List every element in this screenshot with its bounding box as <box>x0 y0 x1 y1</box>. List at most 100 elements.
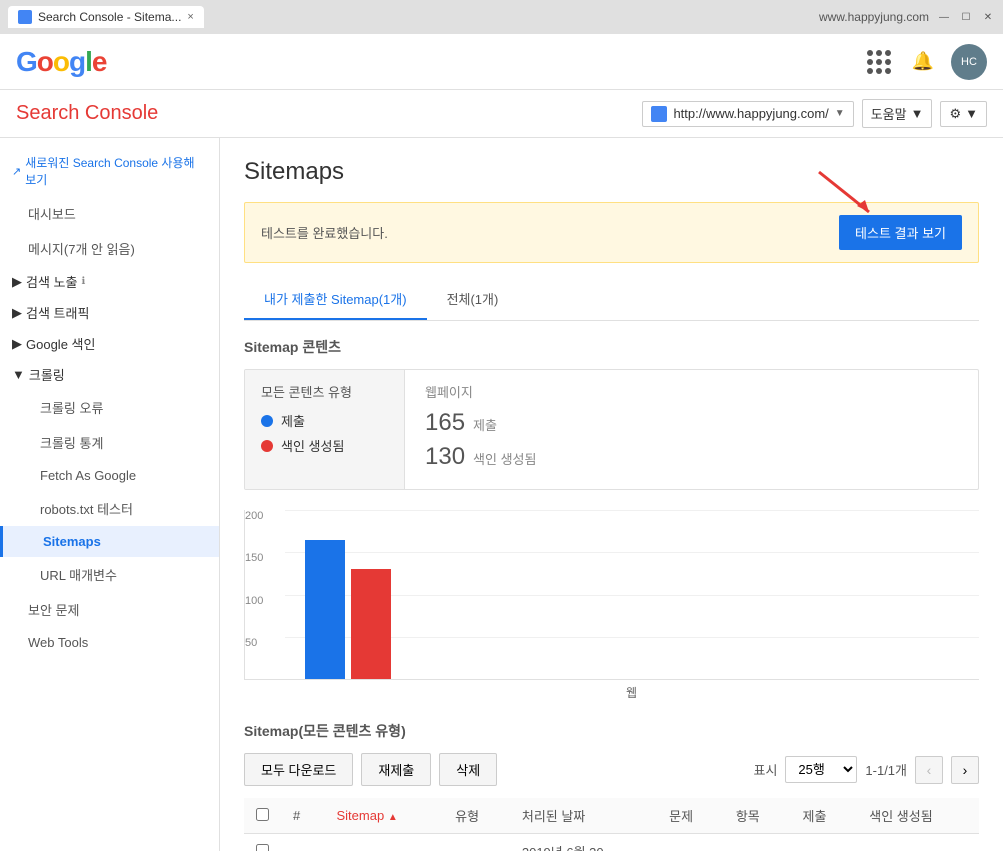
messages-label: 메시지(7개 안 읽음) <box>28 239 135 258</box>
y-label-50: 50 <box>245 637 263 649</box>
row-checkbox[interactable] <box>256 844 269 852</box>
sidebar-section-google-index[interactable]: ▶ Google 색인 <box>0 328 219 359</box>
sidebar-section-search-traffic[interactable]: ▶ 검색 트래픽 <box>0 297 219 328</box>
table-header-row: # Sitemap ▲ 유형 처리된 날짜 문제 항목 제출 색인 생성됨 <box>244 798 979 834</box>
robots-tester-label: robots.txt 테스터 <box>40 499 133 518</box>
table-controls: 모두 다운로드 재제출 삭제 표시 25행 50행 100행 1-1/1개 ‹ … <box>244 753 979 786</box>
th-type: 유형 <box>443 798 510 834</box>
crawl-stats-label: 크롤링 통계 <box>40 433 103 452</box>
tab-close-btn[interactable]: × <box>187 11 193 23</box>
legend-indexed-label: 색인 생성됨 <box>281 436 344 455</box>
sidebar-item-url-params[interactable]: URL 매개변수 <box>0 557 219 592</box>
stat-row-indexed: 130 색인 생성됨 <box>425 443 958 471</box>
page-info: 1-1/1개 <box>865 760 907 779</box>
tabs-container: 내가 제출한 Sitemap(1개) 전체(1개) <box>244 279 979 321</box>
sidebar-item-sitemaps[interactable]: Sitemaps <box>0 526 219 557</box>
td-type <box>443 834 510 852</box>
legend-submitted: 제출 <box>261 411 388 430</box>
google-logo: Google <box>16 46 106 78</box>
y-label-200: 200 <box>245 510 263 522</box>
th-items: 항목 <box>724 798 791 834</box>
site-selector[interactable]: http://www.happyjung.com/ ▼ <box>642 101 853 127</box>
per-page-select[interactable]: 25행 50행 100행 <box>785 756 857 783</box>
legend-dot-blue <box>261 415 273 427</box>
td-num <box>281 834 324 852</box>
crawling-label: 크롤링 <box>29 365 65 384</box>
web-tools-label: Web Tools <box>28 635 88 650</box>
chart-x-label: 웹 <box>244 684 979 701</box>
site-url: http://www.happyjung.com/ <box>673 106 828 121</box>
th-submitted: 제출 <box>791 798 858 834</box>
app-title: Search Console <box>16 102 158 125</box>
sitemap-section-label: Sitemap(모든 콘텐츠 유형) <box>244 721 979 741</box>
site-dropdown-arrow: ▼ <box>835 108 845 119</box>
external-link-icon: ↗ <box>12 165 21 178</box>
sitemap-col-label: Sitemap <box>336 808 384 823</box>
close-btn[interactable]: ✕ <box>981 10 995 24</box>
logo-o2: o <box>53 46 69 77</box>
tab-favicon <box>18 10 32 24</box>
notification-wrapper: 테스트를 완료했습니다. 테스트 결과 보기 <box>244 202 979 263</box>
settings-button[interactable]: ⚙ ▼ <box>940 101 987 127</box>
td-checkbox <box>244 834 281 852</box>
th-indexed: 색인 생성됨 <box>857 798 979 834</box>
stat-row-submitted: 165 제출 <box>425 409 958 437</box>
gear-icon: ⚙ <box>949 106 961 122</box>
search-traffic-label: 검색 트래픽 <box>26 303 89 322</box>
user-avatar[interactable]: HC <box>951 44 987 80</box>
tab-all-sitemaps[interactable]: 전체(1개) <box>427 279 519 320</box>
td-issue <box>657 834 724 852</box>
delete-button[interactable]: 삭제 <box>439 753 497 786</box>
logo-g: G <box>16 46 37 77</box>
download-all-button[interactable]: 모두 다운로드 <box>244 753 353 786</box>
info-icon: ℹ <box>81 276 85 287</box>
sidebar-item-fetch-as-google[interactable]: Fetch As Google <box>0 460 219 491</box>
indexed-label: 색인 생성됨 <box>473 449 536 468</box>
webpage-header: 웹페이지 <box>425 382 958 401</box>
th-checkbox <box>244 798 281 834</box>
notification-text: 테스트를 완료했습니다. <box>261 223 388 242</box>
sidebar-item-messages[interactable]: 메시지(7개 안 읽음) <box>0 231 219 266</box>
sidebar-item-security[interactable]: 보안 문제 <box>0 592 219 627</box>
logo-e: e <box>92 46 107 77</box>
y-label-100: 100 <box>245 595 263 607</box>
th-sitemap[interactable]: Sitemap ▲ <box>324 798 443 834</box>
crawl-errors-label: 크롤링 오류 <box>40 398 103 417</box>
sidebar: ↗ 새로워진 Search Console 사용해 보기 대시보드 메시지(7개… <box>0 138 220 851</box>
td-indexed <box>857 834 979 852</box>
logo-l: l <box>85 46 92 77</box>
browser-titlebar: Search Console - Sitema... × www.happyju… <box>0 0 1003 34</box>
content-types-table: 모든 콘텐츠 유형 제출 색인 생성됨 웹페이지 165 제출 130 <box>244 369 979 490</box>
main-content: Sitemaps 테스트를 완료했습니다. 테스트 결과 보기 내가 제출한 S… <box>220 138 1003 851</box>
sidebar-item-robots-tester[interactable]: robots.txt 테스터 <box>0 491 219 526</box>
collapse-arrow-crawling: ▼ <box>12 367 25 382</box>
prev-page-button[interactable]: ‹ <box>915 756 943 784</box>
sidebar-section-search-exposure[interactable]: ▶ 검색 노출 ℹ <box>0 266 219 297</box>
sidebar-section-crawling[interactable]: ▼ 크롤링 <box>0 359 219 390</box>
sidebar-item-new-console[interactable]: ↗ 새로워진 Search Console 사용해 보기 <box>0 146 219 196</box>
sidebar-item-web-tools[interactable]: Web Tools <box>0 627 219 658</box>
chart-container: 200 150 100 50 웹 <box>244 510 979 701</box>
test-result-button[interactable]: 테스트 결과 보기 <box>839 215 962 250</box>
restore-btn[interactable]: ☐ <box>959 10 973 24</box>
apps-icon[interactable] <box>863 46 895 78</box>
logo-o1: o <box>37 46 53 77</box>
sort-arrow-icon: ▲ <box>388 812 398 823</box>
sidebar-item-dashboard[interactable]: 대시보드 <box>0 196 219 231</box>
bar-red <box>351 569 391 679</box>
logo-g2: g <box>69 46 85 77</box>
collapse-arrow-index: ▶ <box>12 336 22 352</box>
td-items <box>724 834 791 852</box>
url-params-label: URL 매개변수 <box>40 565 117 584</box>
browser-tab[interactable]: Search Console - Sitema... × <box>8 6 204 28</box>
help-button[interactable]: 도움말 ▼ <box>862 99 933 128</box>
next-page-button[interactable]: › <box>951 756 979 784</box>
minimize-btn[interactable]: — <box>937 10 951 24</box>
sidebar-item-crawl-errors[interactable]: 크롤링 오류 <box>0 390 219 425</box>
sidebar-item-crawl-stats[interactable]: 크롤링 통계 <box>0 425 219 460</box>
chart-y-labels: 200 150 100 50 <box>245 510 267 679</box>
tab-my-sitemaps[interactable]: 내가 제출한 Sitemap(1개) <box>244 279 427 320</box>
resubmit-button[interactable]: 재제출 <box>361 753 431 786</box>
notifications-icon[interactable]: 🔔 <box>907 46 939 78</box>
select-all-checkbox[interactable] <box>256 808 269 821</box>
